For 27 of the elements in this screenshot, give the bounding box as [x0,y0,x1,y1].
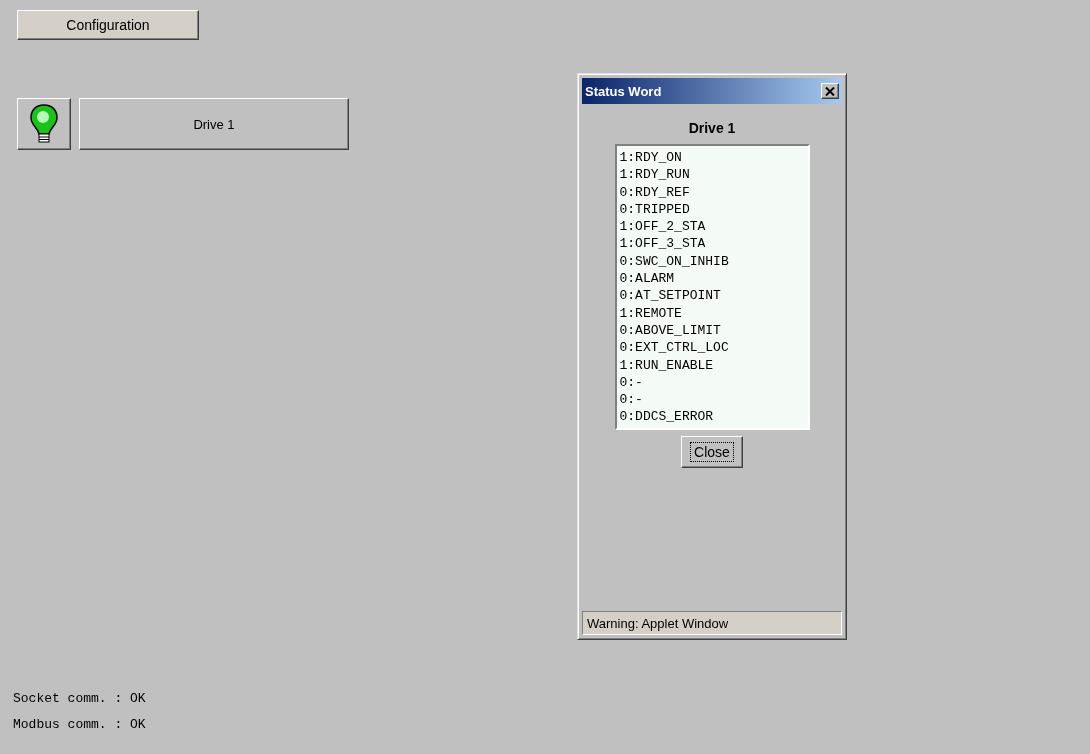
configuration-button[interactable]: Configuration [17,10,199,40]
status-bar: Warning: Applet Window [582,611,842,635]
list-item: 0:ABOVE_LIMIT [619,321,721,340]
list-item: 0:- [619,391,643,409]
drive-button[interactable]: Drive 1 [79,98,349,150]
close-button[interactable] [821,83,839,99]
list-item: 1:RUN_ENABLE [619,356,714,374]
list-item: 1:REMOTE [619,304,682,322]
dialog-heading: Drive 1 [687,120,737,136]
list-item: 0:AT_SETPOINT [619,287,721,305]
list-item: 0:TRIPPED [619,200,690,219]
status-line: Modbus comm. : OK [13,716,146,734]
list-item: 1:RDY_RUN [619,166,690,184]
list-item: 0:SWC_ON_INHIB [619,252,729,271]
list-item: 1:OFF_3_STA [619,235,706,253]
close-icon [825,86,835,96]
status-line: Socket comm. : OK [13,690,146,708]
close-dialog-button[interactable]: Close [681,435,743,468]
list-item: 0:DDCS_ERROR [619,408,714,426]
list-item: 0:- [619,373,643,392]
list-item: 0:ALARM [619,270,675,288]
lamp-button[interactable] [17,98,71,150]
window-title: Status Word [585,83,662,99]
list-item: 1:OFF_2_STA [619,218,706,236]
list-item: 1:RDY_ON [619,149,682,167]
list-item: 0:RDY_REF [619,183,690,201]
list-item: 0:EXT_CTRL_LOC [619,339,729,357]
